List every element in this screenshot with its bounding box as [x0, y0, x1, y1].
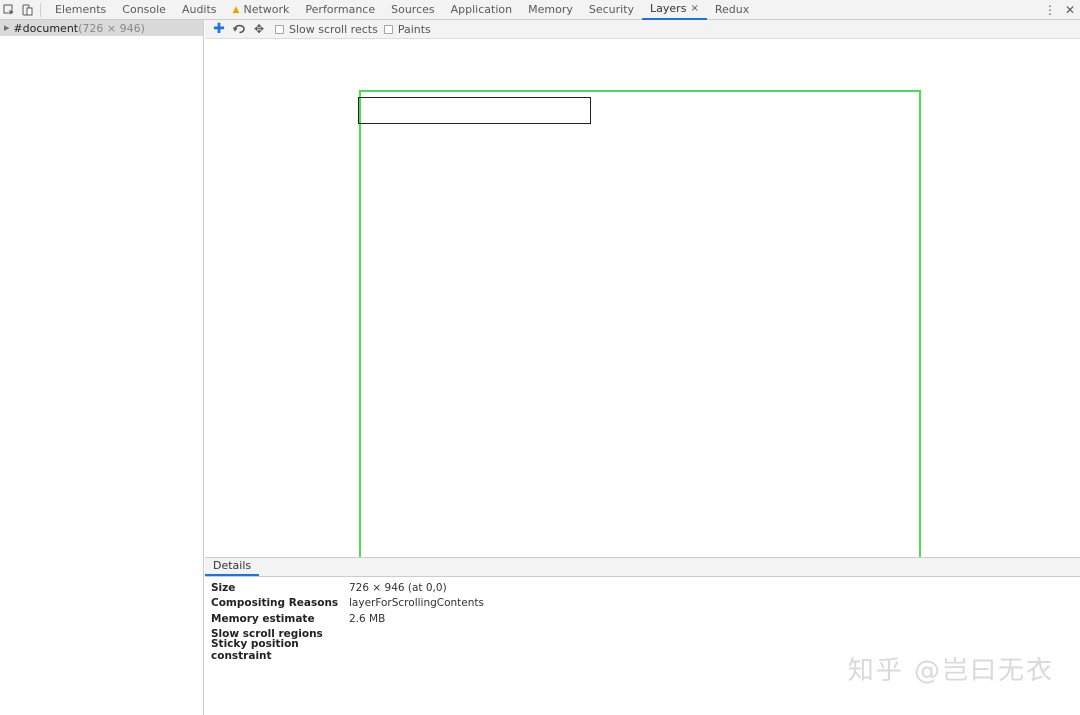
tab-label: Sources: [391, 3, 435, 16]
tab-audits[interactable]: Audits: [174, 0, 225, 20]
tab-sources[interactable]: Sources: [383, 0, 443, 20]
details-key: Compositing Reasons: [211, 597, 339, 610]
details-value: 2.6 MB: [349, 612, 386, 625]
tab-label: Layers: [650, 2, 687, 15]
tab-label: Application: [450, 3, 513, 16]
tab-label: Audits: [181, 3, 217, 16]
toolbar-divider: [40, 2, 41, 17]
tab-label: Security: [588, 3, 635, 16]
layers-toolbar: ✚ ✥ Slow scroll rects Paints: [205, 20, 1080, 39]
tab-application[interactable]: Application: [443, 0, 520, 20]
child-layer-outline[interactable]: [358, 97, 591, 124]
tab-details[interactable]: Details: [205, 557, 260, 576]
tab-label: Network: [243, 3, 290, 16]
checkbox-box[interactable]: [275, 24, 284, 34]
close-devtools-icon[interactable]: ✕: [1060, 0, 1080, 20]
tab-security[interactable]: Security: [581, 0, 642, 20]
tab-console[interactable]: Console: [114, 0, 174, 20]
watermark: 知乎 @岂曰无衣: [847, 656, 1054, 686]
paints-checkbox[interactable]: Paints: [383, 22, 431, 36]
pan-mode-icon[interactable]: ✚: [209, 20, 229, 38]
expand-arrow-icon[interactable]: ▶: [4, 24, 9, 32]
more-options-icon[interactable]: ⋮: [1040, 0, 1060, 20]
tab-elements[interactable]: Elements: [47, 0, 114, 20]
details-value: 726 × 946 (at 0,0): [349, 581, 447, 594]
details-row: Size 726 × 946 (at 0,0): [211, 580, 1080, 596]
details-key: Sticky position constraint: [211, 637, 299, 662]
details-tab-strip: Details: [205, 558, 1080, 577]
tab-memory[interactable]: Memory: [520, 0, 581, 20]
tab-redux[interactable]: Redux: [707, 0, 757, 20]
details-row: Memory estimate 2.6 MB: [211, 611, 1080, 627]
tab-label: Redux: [714, 3, 750, 16]
close-tab-icon[interactable]: ×: [690, 3, 698, 14]
devtools-tab-bar: Elements Console Audits ▲ Network Performance…: [0, 0, 1080, 20]
tab-label: Performance: [305, 3, 376, 16]
layer-tree-panel: ▶ #document (726 × 946): [0, 20, 204, 715]
reset-transform-icon[interactable]: ✥: [249, 20, 269, 38]
inspect-element-icon[interactable]: [0, 0, 18, 20]
checkbox-label: Slow scroll rects: [289, 22, 378, 36]
details-rows: Size 726 × 946 (at 0,0) Compositing Reason…: [205, 577, 1080, 662]
document-layer-outline[interactable]: [359, 90, 921, 557]
tab-layers[interactable]: Layers ×: [642, 0, 707, 20]
tab-performance[interactable]: Performance: [297, 0, 383, 20]
checkbox-label: Paints: [397, 22, 431, 36]
tab-label: Memory: [528, 3, 573, 16]
tab-network[interactable]: ▲ Network: [225, 0, 298, 20]
details-key: Memory estimate: [211, 612, 315, 625]
checkbox-box[interactable]: [383, 24, 393, 34]
device-toolbar-icon[interactable]: [18, 0, 36, 20]
tab-label: Console: [122, 3, 166, 16]
tab-bar-actions: ⋮ ✕: [1040, 0, 1080, 20]
layer-name: #document: [13, 21, 79, 35]
details-key: Size: [211, 581, 236, 594]
warning-icon: ▲: [232, 4, 240, 15]
layer-tree-item-document[interactable]: ▶ #document (726 × 946): [0, 20, 203, 36]
details-row: Compositing Reasons layerForScrollingCont…: [211, 596, 1080, 612]
layers-3d-viewport[interactable]: [205, 40, 1080, 557]
slow-scroll-rects-checkbox[interactable]: Slow scroll rects: [275, 23, 378, 36]
tab-label: Elements: [55, 3, 107, 16]
panel-tabs: Elements Console Audits ▲ Network Performance…: [47, 0, 757, 20]
layer-dimensions: (726 × 946): [78, 21, 145, 35]
details-value: layerForScrollingContents: [349, 597, 484, 610]
details-panel: Details Size 726 × 946 (at 0,0) Compositin…: [205, 557, 1080, 715]
rotate-mode-icon[interactable]: [229, 20, 249, 38]
